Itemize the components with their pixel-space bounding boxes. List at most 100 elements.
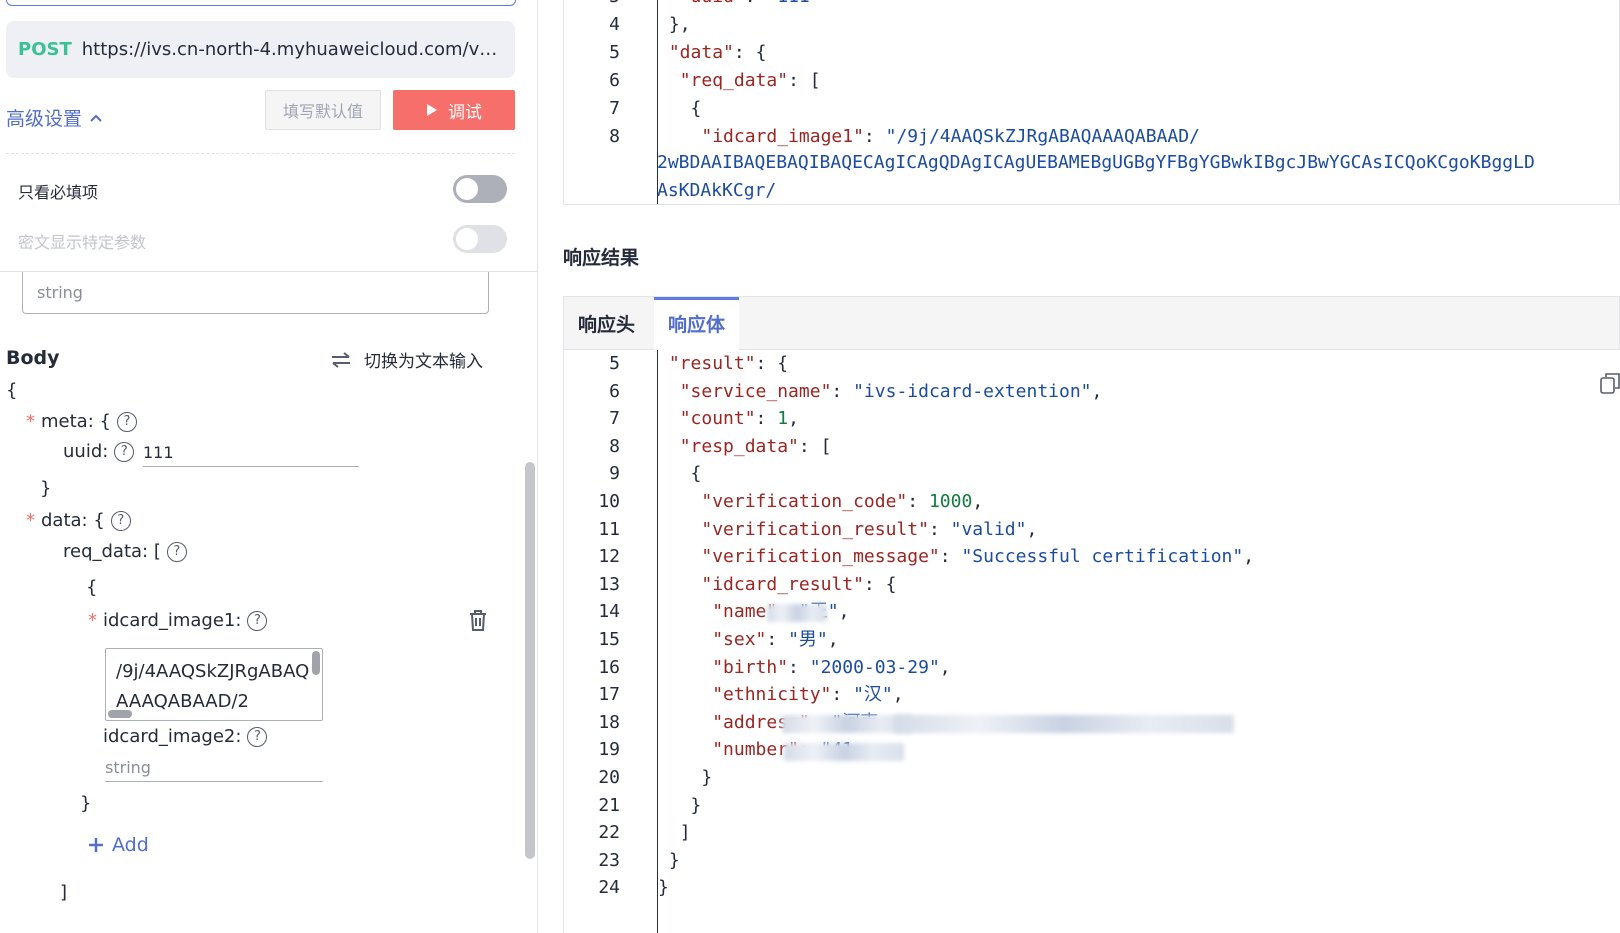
line-number: 8 — [609, 126, 620, 147]
help-icon[interactable]: ? — [114, 441, 135, 462]
param-string-input[interactable]: string — [22, 272, 489, 314]
line-number: 21 — [598, 794, 620, 816]
line-number: 14 — [598, 601, 620, 623]
code-line-wrap: AsKDAkKCgr/ — [657, 180, 777, 201]
redacted-blur — [894, 715, 1234, 733]
textarea-scrollbar[interactable] — [312, 651, 320, 675]
code-line: "count": 1, — [679, 408, 799, 430]
data-field: * data: { ? — [26, 510, 131, 531]
line-number: 7 — [609, 98, 620, 119]
idcard-image1-textarea[interactable]: /9j/4AAQSkZJRgABAQAAAQABAAD/2 — [105, 648, 323, 721]
help-icon[interactable]: ? — [247, 726, 268, 747]
required-mark: * — [26, 411, 35, 432]
code-line: "req_data": [ — [679, 70, 821, 91]
line-number: 10 — [598, 491, 620, 512]
idcard-image2-field: idcard_image2: ? — [103, 726, 268, 747]
line-number: 22 — [598, 822, 620, 844]
response-code-view: 5 "result": { 6 "service_name": "ivs-idca… — [563, 350, 1620, 933]
code-line: "uuid": "111" — [658, 0, 821, 11]
request-panel: POST https://ivs.cn-north-4.myhuaweiclou… — [0, 0, 538, 933]
request-url-bar: POST https://ivs.cn-north-4.myhuaweiclou… — [6, 21, 515, 78]
code-line: } — [658, 877, 669, 899]
response-tabs: 响应头 响应体 — [563, 296, 1620, 350]
line-number: 6 — [609, 380, 620, 402]
cipher-display-switch — [453, 225, 507, 253]
line-number: 16 — [598, 656, 620, 678]
textarea-hscrollbar[interactable] — [108, 710, 132, 718]
code-line: "idcard_result": { — [701, 573, 897, 595]
idcard-image2-label: idcard_image2: — [103, 726, 242, 747]
tab-response-headers[interactable]: 响应头 — [564, 297, 649, 350]
code-line: "birth": "2000-03-29", — [712, 656, 951, 678]
line-number: 17 — [598, 684, 620, 706]
code-line: } — [701, 767, 713, 788]
required-only-label: 只看必填项 — [18, 183, 99, 202]
req-data-field: req_data: [ ? — [63, 541, 187, 562]
line-number: 24 — [598, 877, 620, 899]
array-close-bracket: ] — [60, 882, 68, 903]
meta-field: * meta: { ? — [26, 411, 137, 432]
line-number: 6 — [609, 70, 620, 91]
redacted-blur — [784, 743, 904, 761]
line-number: 11 — [598, 518, 620, 540]
request-url: https://ivs.cn-north-4.myhuaweicloud.com… — [81, 39, 498, 60]
help-icon[interactable]: ? — [110, 510, 131, 531]
http-method: POST — [18, 39, 72, 60]
code-line-wrap: 2wBDAAIBAQEBAQIBAQECAgICAgQDAgICAgUEBAME… — [657, 152, 1535, 173]
body-title: Body — [6, 347, 60, 369]
code-line: "result": { — [668, 353, 789, 374]
plus-icon — [89, 838, 103, 852]
redacted-blur — [782, 715, 912, 733]
fill-default-button[interactable]: 填写默认值 — [265, 90, 381, 130]
previous-field-border — [6, 0, 516, 6]
swap-icon — [332, 351, 350, 368]
redacted-blur — [767, 604, 827, 622]
line-number: 5 — [609, 42, 620, 63]
response-title: 响应结果 — [563, 247, 640, 269]
uuid-field: uuid: ? — [63, 441, 135, 462]
line-number: 7 — [609, 408, 620, 430]
panel-scrollbar[interactable] — [525, 462, 535, 859]
debug-button[interactable]: 调试 — [393, 90, 515, 130]
line-number: 20 — [598, 767, 620, 788]
help-icon[interactable]: ? — [116, 411, 137, 432]
trash-icon[interactable] — [469, 610, 487, 631]
line-number: 8 — [609, 435, 620, 457]
body-open-brace: { — [6, 380, 18, 401]
copy-icon[interactable] — [1600, 372, 1620, 394]
line-number: 15 — [598, 629, 620, 650]
chevron-up-icon — [90, 114, 102, 122]
idcard-image1-field: * idcard_image1: ? — [88, 610, 268, 631]
uuid-input[interactable]: 111 — [143, 443, 359, 467]
item-open-brace: { — [86, 577, 98, 598]
code-line: "resp_data": [ — [679, 435, 832, 457]
code-line: "service_name": "ivs-idcard-extention", — [679, 380, 1103, 402]
required-mark: * — [26, 510, 35, 531]
play-icon — [427, 104, 437, 116]
required-mark: * — [88, 610, 97, 631]
line-number: 5 — [609, 353, 620, 374]
switch-to-text-button[interactable]: 切换为文本输入 — [330, 347, 483, 372]
line-number: 9 — [609, 463, 620, 485]
help-icon[interactable]: ? — [166, 541, 187, 562]
help-icon[interactable]: ? — [247, 610, 268, 631]
item-close-brace: } — [80, 793, 92, 814]
code-line: ] — [679, 822, 691, 844]
code-line: } — [668, 849, 680, 871]
line-number: 12 — [598, 546, 620, 568]
code-line: "idcard_image1": "/9j/4AAQSkZJRgABAQAAAQ… — [701, 126, 1200, 147]
divider — [6, 153, 515, 154]
line-number: 18 — [598, 711, 620, 733]
code-line: }, — [668, 14, 691, 35]
idcard-image2-input[interactable]: string — [105, 758, 323, 782]
advanced-settings-toggle[interactable]: 高级设置 — [6, 104, 102, 131]
line-number: 23 — [598, 849, 620, 871]
required-only-switch[interactable] — [453, 175, 507, 203]
tab-response-body[interactable]: 响应体 — [654, 297, 740, 350]
debug-button-label: 调试 — [448, 102, 482, 123]
code-line: "verification_result": "valid", — [701, 518, 1038, 540]
switch-to-text-label: 切换为文本输入 — [364, 352, 483, 372]
line-number: 5 — [564, 0, 620, 11]
line-number: 13 — [598, 573, 620, 595]
add-item-button[interactable]: Add — [88, 834, 149, 856]
